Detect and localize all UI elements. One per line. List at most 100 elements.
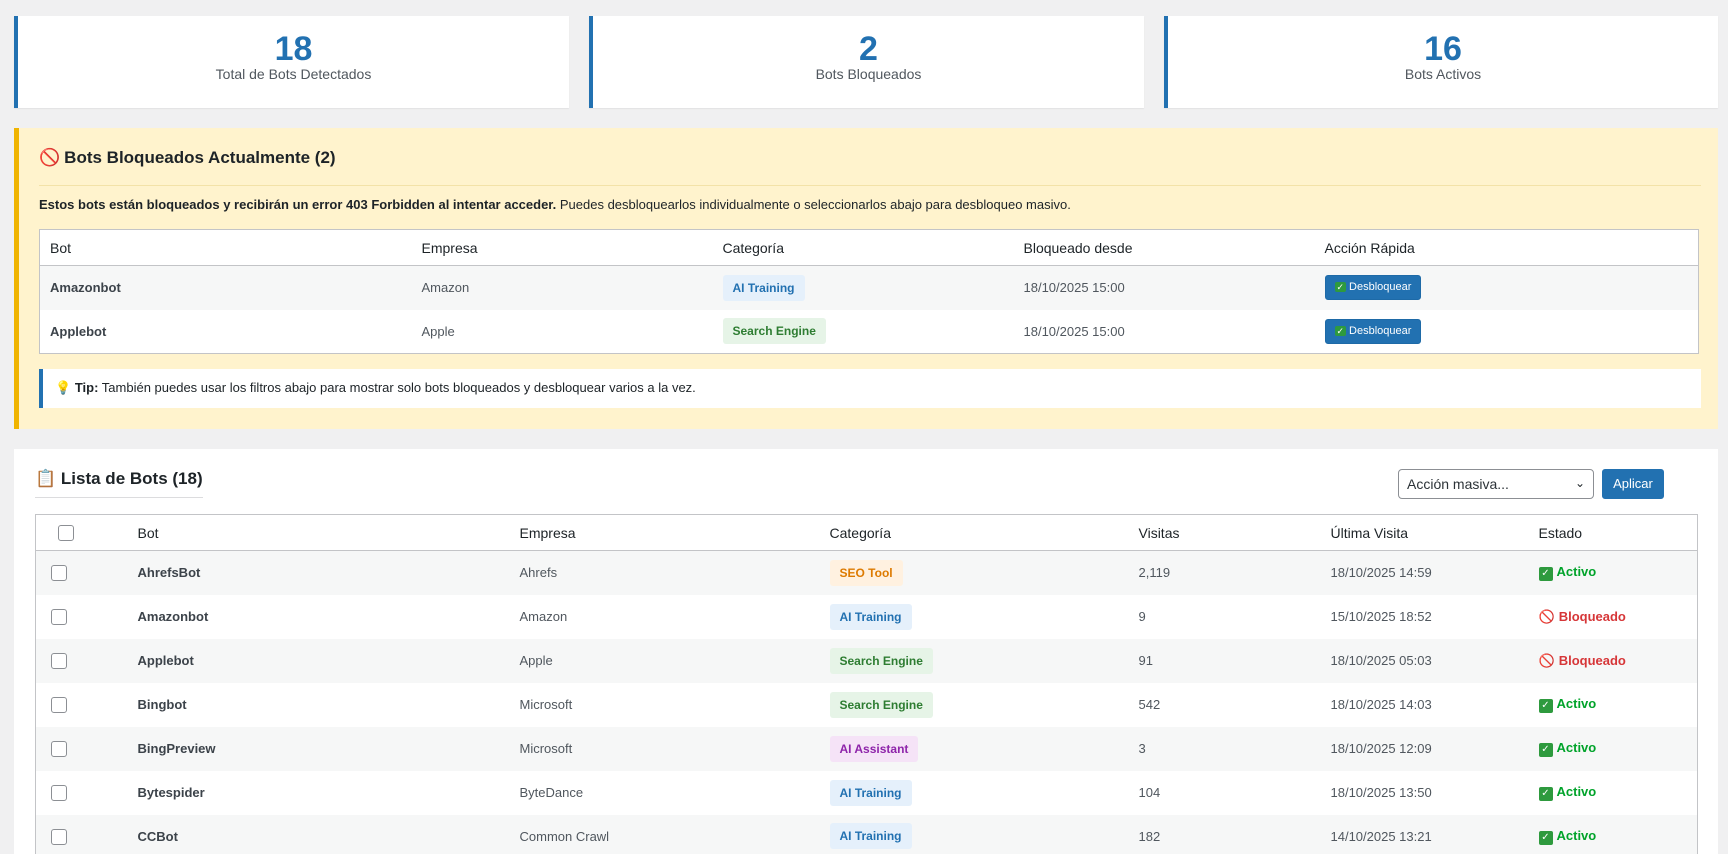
table-row: Applebot Apple Search Engine 18/10/2025 … [40, 310, 1699, 354]
status-badge: Activo [1556, 696, 1597, 711]
clipboard-icon: 📋 [35, 469, 57, 488]
check-icon: ✓ [1538, 567, 1553, 582]
row-checkbox[interactable] [51, 652, 67, 669]
bot-name: Bingbot [137, 697, 187, 712]
stat-label: Bots Bloqueados [815, 66, 922, 82]
col-header-empresa[interactable]: Empresa [411, 229, 713, 266]
bot-name: AhrefsBot [137, 565, 201, 581]
blocked-desc-bold: Estos bots están bloqueados y recibirán … [39, 197, 557, 212]
category-badge: Search Engine [722, 318, 826, 345]
col-header-estado[interactable]: Estado [1538, 514, 1698, 551]
col-header-categoria[interactable]: Categoría [712, 229, 1014, 266]
visits-cell: 182 [1138, 814, 1331, 854]
check-icon: ✓ [1334, 282, 1347, 293]
col-header-categoria[interactable]: Categoría [829, 514, 1139, 551]
table-row: Amazonbot Amazon AI Training 18/10/2025 … [39, 265, 1699, 310]
company-cell: Ahrefs [519, 550, 830, 595]
bot-name: Amazonbot [50, 280, 121, 296]
tip-text: También puedes usar los filtros abajo pa… [98, 380, 696, 395]
bot-name: Bytespider [137, 785, 205, 800]
blocked-title-text: Bots Bloqueados Actualmente (2) [64, 148, 336, 167]
bots-list-panel: 📋 Lista de Bots (18) Acción masiva... ⌄ … [14, 449, 1718, 854]
blocked-since-cell: 18/10/2025 15:00 [1023, 323, 1125, 339]
select-all-checkbox[interactable] [58, 525, 74, 542]
category-badge: AI Training [829, 823, 912, 850]
company-cell: Apple [421, 323, 455, 339]
table-row: Bingbot Microsoft Search Engine 542 18/1… [36, 683, 1698, 727]
category-badge: SEO Tool [829, 559, 903, 586]
stat-label: Total de Bots Detectados [215, 66, 372, 82]
blocked-bots-table: Bot Empresa Categoría Bloqueado desde Ac… [39, 229, 1699, 354]
company-cell: ByteDance [519, 785, 584, 800]
col-header-bot[interactable]: Bot [137, 514, 520, 551]
last-visit-cell: 18/10/2025 05:03 [1330, 638, 1539, 683]
status-badge: Activo [1556, 564, 1597, 580]
stat-value: 16 [1424, 30, 1462, 68]
row-checkbox[interactable] [51, 828, 67, 845]
company-cell: Common Crawl [519, 814, 830, 854]
lightbulb-icon: 💡 [55, 380, 72, 395]
table-row: Amazonbot Amazon AI Training 9 15/10/202… [36, 595, 1698, 639]
blocked-description: Estos bots están bloqueados y recibirán … [39, 197, 1071, 212]
col-header-ultima-visita[interactable]: Última Visita [1330, 514, 1539, 551]
unblock-button[interactable]: ✓ Desbloquear [1324, 275, 1422, 301]
list-title: 📋 Lista de Bots (18) [35, 469, 203, 498]
visits-cell: 104 [1138, 785, 1161, 800]
status-badge: Bloqueado [1558, 652, 1626, 668]
visits-cell: 3 [1138, 726, 1331, 771]
row-checkbox[interactable] [51, 565, 67, 582]
row-checkbox[interactable] [51, 784, 67, 801]
prohibited-icon: 🚫 [1538, 652, 1555, 668]
last-visit-cell: 18/10/2025 13:50 [1330, 785, 1432, 800]
bot-name: Applebot [50, 323, 107, 339]
visits-cell: 2,119 [1138, 550, 1331, 595]
stat-value: 18 [274, 30, 313, 68]
table-row: Bytespider ByteDance AI Training 104 18/… [36, 771, 1698, 815]
row-checkbox[interactable] [51, 608, 67, 625]
check-icon: ✓ [1334, 325, 1347, 336]
col-header-accion: Acción Rápida [1314, 229, 1699, 266]
row-checkbox[interactable] [51, 740, 67, 757]
table-row: Applebot Apple Search Engine 91 18/10/20… [35, 638, 1698, 683]
status-badge: Bloqueado [1558, 608, 1626, 624]
check-icon: ✓ [1538, 699, 1553, 713]
blocked-panel-title: 🚫 Bots Bloqueados Actualmente (2) [39, 148, 1701, 186]
blocked-desc-rest: Puedes desbloquearlos individualmente o … [556, 197, 1071, 212]
last-visit-cell: 18/10/2025 14:59 [1330, 550, 1539, 595]
bulk-action-select[interactable]: Acción masiva... ⌄ [1398, 469, 1594, 499]
category-badge: Search Engine [829, 691, 933, 718]
table-row: CCBot Common Crawl AI Training 182 14/10… [35, 814, 1698, 854]
bot-name: Amazonbot [137, 609, 209, 624]
table-row: AhrefsBot Ahrefs SEO Tool 2,119 18/10/20… [35, 550, 1698, 595]
list-title-text: Lista de Bots (18) [60, 469, 203, 488]
col-header-empresa[interactable]: Empresa [519, 514, 830, 551]
check-icon: ✓ [1538, 743, 1553, 757]
unblock-button[interactable]: ✓ Desbloquear [1324, 318, 1422, 344]
stat-value: 2 [859, 30, 878, 68]
category-badge: Search Engine [829, 647, 933, 674]
category-badge: AI Assistant [829, 735, 919, 762]
blocked-bots-panel: 🚫 Bots Bloqueados Actualmente (2) Estos b… [14, 128, 1718, 429]
col-header-bloqueado-desde[interactable]: Bloqueado desde [1013, 229, 1315, 266]
company-cell: Amazon [519, 609, 568, 624]
last-visit-cell: 18/10/2025 14:03 [1330, 697, 1432, 712]
visits-cell: 91 [1138, 638, 1331, 683]
tip-label: Tip: [74, 380, 99, 395]
status-badge: Activo [1556, 784, 1597, 799]
tip-box: 💡 Tip: También puedes usar los filtros a… [39, 369, 1701, 408]
col-header-bot[interactable]: Bot [39, 229, 412, 266]
company-cell: Apple [519, 638, 830, 683]
stat-card-active: 16 Bots Activos [1164, 16, 1718, 108]
company-cell: Amazon [411, 265, 713, 310]
table-header-row: Bot Empresa Categoría Visitas Última Vis… [35, 514, 1698, 551]
last-visit-cell: 14/10/2025 13:21 [1330, 814, 1539, 854]
check-icon: ✓ [1538, 787, 1553, 801]
row-checkbox[interactable] [51, 696, 67, 713]
unblock-label: Desbloquear [1349, 324, 1412, 337]
status-badge: Activo [1556, 827, 1597, 843]
table-row: BingPreview Microsoft AI Assistant 3 18/… [35, 726, 1698, 771]
col-header-visitas[interactable]: Visitas [1138, 514, 1331, 551]
apply-button[interactable]: Aplicar [1602, 469, 1664, 499]
status-badge: Activo [1556, 740, 1597, 755]
check-icon: ✓ [1538, 830, 1553, 845]
